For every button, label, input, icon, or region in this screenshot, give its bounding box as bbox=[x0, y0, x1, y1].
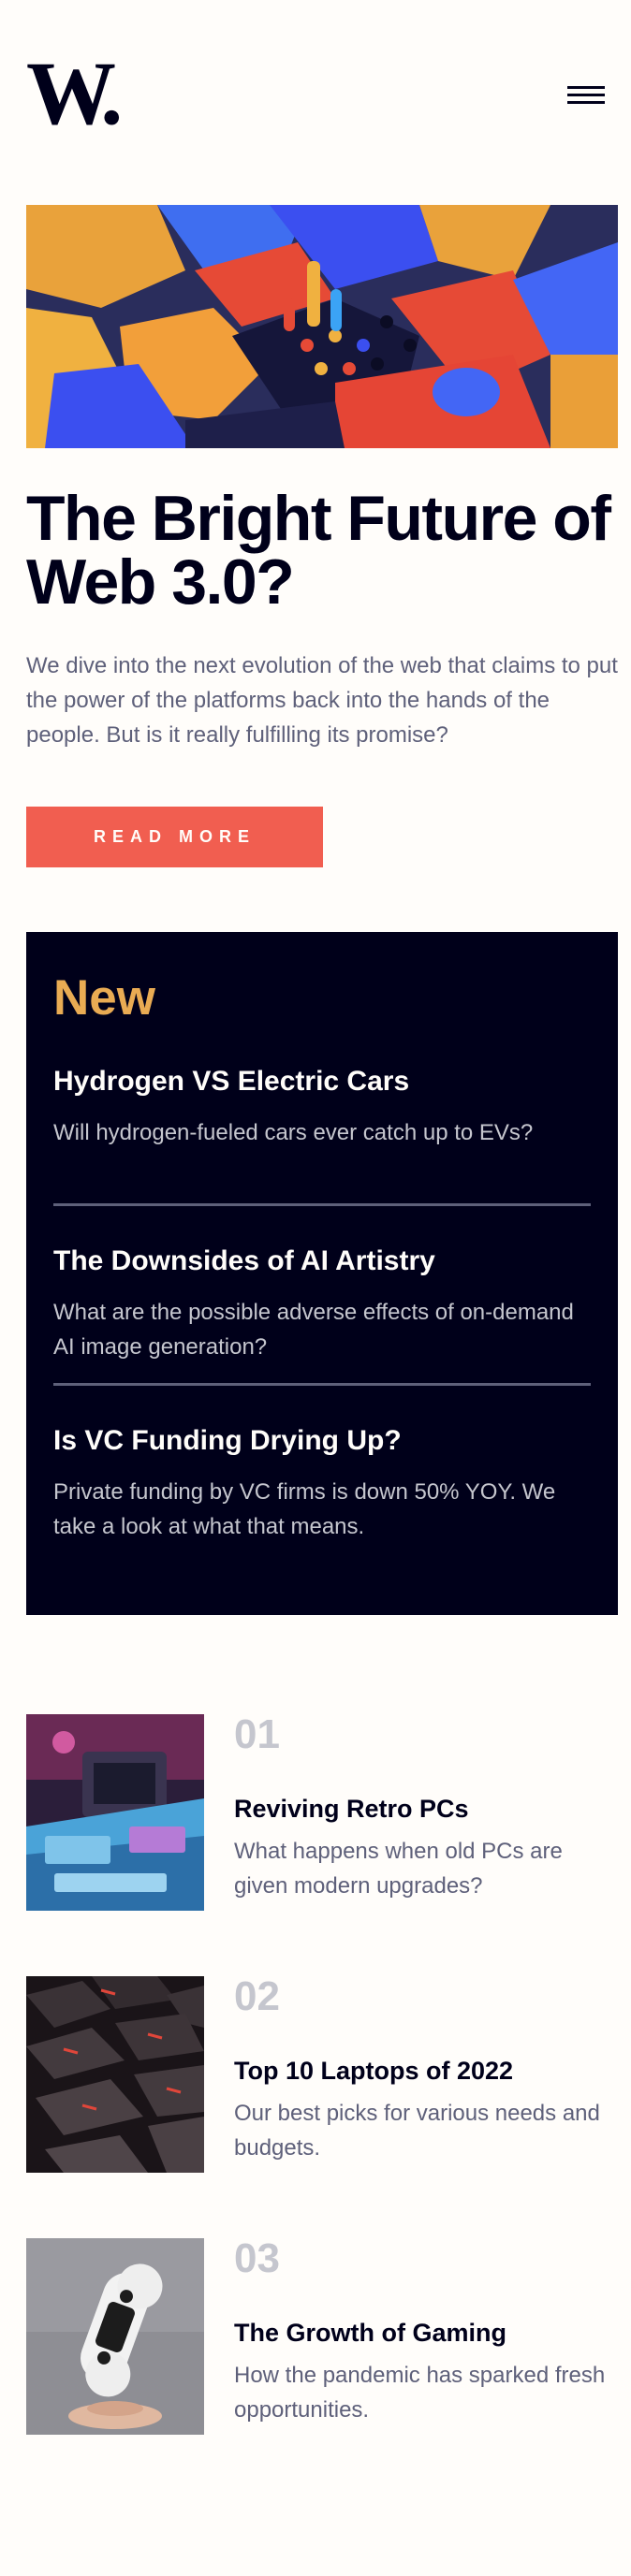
hero-title: The Bright Future of Web 3.0? bbox=[26, 483, 611, 618]
trending-title[interactable]: Reviving Retro PCs bbox=[234, 1795, 469, 1824]
trending-item: 03 The Growth of Gaming How the pandemic… bbox=[26, 2235, 618, 2437]
hero-description: We dive into the next evolution of the w… bbox=[26, 653, 618, 748]
trending-title[interactable]: Top 10 Laptops of 2022 bbox=[234, 2057, 513, 2086]
trending-number: 02 bbox=[234, 1973, 280, 2019]
new-item: Hydrogen VS Electric Cars Will hydrogen-… bbox=[53, 1065, 591, 1150]
divider bbox=[53, 1383, 591, 1386]
menu-line bbox=[567, 94, 605, 96]
trending-title[interactable]: The Growth of Gaming bbox=[234, 2319, 506, 2348]
svg-text:W.: W. bbox=[26, 58, 119, 137]
new-item-title[interactable]: The Downsides of AI Artistry bbox=[53, 1244, 591, 1278]
new-section: New Hydrogen VS Electric Cars Will hydro… bbox=[26, 932, 618, 1615]
new-item-title[interactable]: Is VC Funding Drying Up? bbox=[53, 1424, 591, 1458]
read-more-button[interactable]: READ MORE bbox=[26, 807, 323, 867]
new-item: The Downsides of AI Artistry What are th… bbox=[53, 1244, 591, 1364]
menu-line bbox=[567, 86, 605, 89]
laptop-keyboard-image bbox=[26, 1976, 204, 2173]
site-header: W. bbox=[26, 58, 605, 142]
trending-item: 01 Reviving Retro PCs What happens when … bbox=[26, 1711, 618, 1913]
logo[interactable]: W. bbox=[26, 58, 131, 137]
trending-description: Our best picks for various needs and bud… bbox=[234, 2101, 600, 2161]
menu-line bbox=[567, 101, 605, 104]
hero-image bbox=[26, 205, 618, 448]
trending-number: 01 bbox=[234, 1711, 280, 1757]
new-item: Is VC Funding Drying Up? Private funding… bbox=[53, 1424, 591, 1544]
trending-item: 02 Top 10 Laptops of 2022 Our best picks… bbox=[26, 1973, 618, 2175]
new-item-description: Will hydrogen-fueled cars ever catch up … bbox=[53, 1120, 534, 1145]
new-item-description: What are the possible adverse effects of… bbox=[53, 1300, 574, 1360]
trending-description: How the pandemic has sparked fresh oppor… bbox=[234, 2363, 606, 2423]
divider bbox=[53, 1203, 591, 1206]
trending-description: What happens when old PCs are given mode… bbox=[234, 1839, 563, 1899]
new-item-title[interactable]: Hydrogen VS Electric Cars bbox=[53, 1065, 591, 1099]
new-item-description: Private funding by VC firms is down 50% … bbox=[53, 1479, 556, 1539]
new-section-title: New bbox=[53, 970, 155, 1026]
hamburger-menu-icon[interactable] bbox=[567, 86, 605, 107]
retro-pc-image bbox=[26, 1714, 204, 1911]
trending-number: 03 bbox=[234, 2235, 280, 2281]
gaming-controller-image bbox=[26, 2238, 204, 2435]
